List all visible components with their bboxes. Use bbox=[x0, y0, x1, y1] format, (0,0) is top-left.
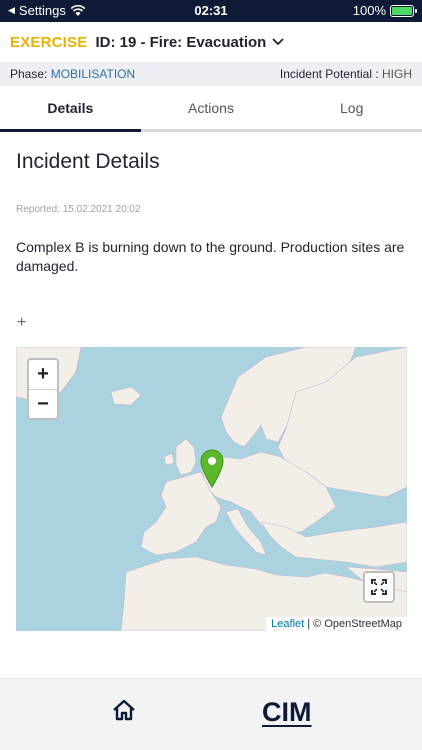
reported-timestamp: Reported: 15.02.2021 20:02 bbox=[16, 204, 141, 215]
potential-label: Incident Potential : bbox=[279, 67, 379, 81]
expand-icon bbox=[371, 579, 387, 595]
battery-icon bbox=[390, 4, 417, 17]
phase-info: Phase: MOBILISATION bbox=[10, 67, 135, 81]
status-right: 100% bbox=[352, 3, 417, 18]
phase-label: Phase: bbox=[10, 67, 48, 81]
incident-description: Complex B is burning down to the ground.… bbox=[16, 239, 405, 274]
add-button[interactable]: + bbox=[17, 314, 26, 332]
zoom-out-button[interactable]: − bbox=[29, 389, 57, 418]
status-bar: ◀ Settings 02:31 100% bbox=[0, 0, 422, 22]
incident-potential: Incident Potential : HIGH bbox=[280, 67, 412, 81]
incident-title[interactable]: ID: 19 - Fire: Evacuation bbox=[95, 34, 266, 51]
fullscreen-button[interactable] bbox=[363, 571, 395, 603]
cim-logo[interactable]: CIM bbox=[262, 697, 312, 728]
tab-actions[interactable]: Actions bbox=[141, 86, 282, 129]
incident-selector[interactable]: EXERCISE ID: 19 - Fire: Evacuation bbox=[0, 22, 422, 62]
tab-log[interactable]: Log bbox=[281, 86, 422, 129]
phase-bar: Phase: MOBILISATION Incident Potential :… bbox=[0, 62, 422, 86]
exercise-label: EXERCISE bbox=[10, 33, 88, 51]
leaflet-link[interactable]: Leaflet bbox=[271, 618, 304, 630]
zoom-control: + − bbox=[27, 358, 59, 420]
map-attribution: Leaflet | © OpenStreetMap bbox=[266, 617, 407, 631]
tab-bar: Details Actions Log bbox=[0, 86, 422, 132]
potential-value: HIGH bbox=[382, 67, 412, 81]
map-tiles bbox=[16, 347, 407, 631]
zoom-in-button[interactable]: + bbox=[29, 360, 57, 389]
page-title: Incident Details bbox=[16, 150, 160, 173]
bottom-bar: CIM bbox=[0, 678, 422, 750]
tab-details[interactable]: Details bbox=[0, 86, 141, 132]
phase-value: MOBILISATION bbox=[50, 67, 136, 81]
home-icon[interactable] bbox=[112, 699, 136, 721]
chevron-down-icon[interactable] bbox=[272, 38, 284, 46]
location-marker-icon[interactable] bbox=[199, 448, 225, 488]
battery-percent: 100% bbox=[352, 3, 386, 18]
osm-attribution: | © OpenStreetMap bbox=[307, 618, 402, 630]
incident-map[interactable]: + − Leaflet | © OpenStreetMap bbox=[16, 347, 407, 631]
